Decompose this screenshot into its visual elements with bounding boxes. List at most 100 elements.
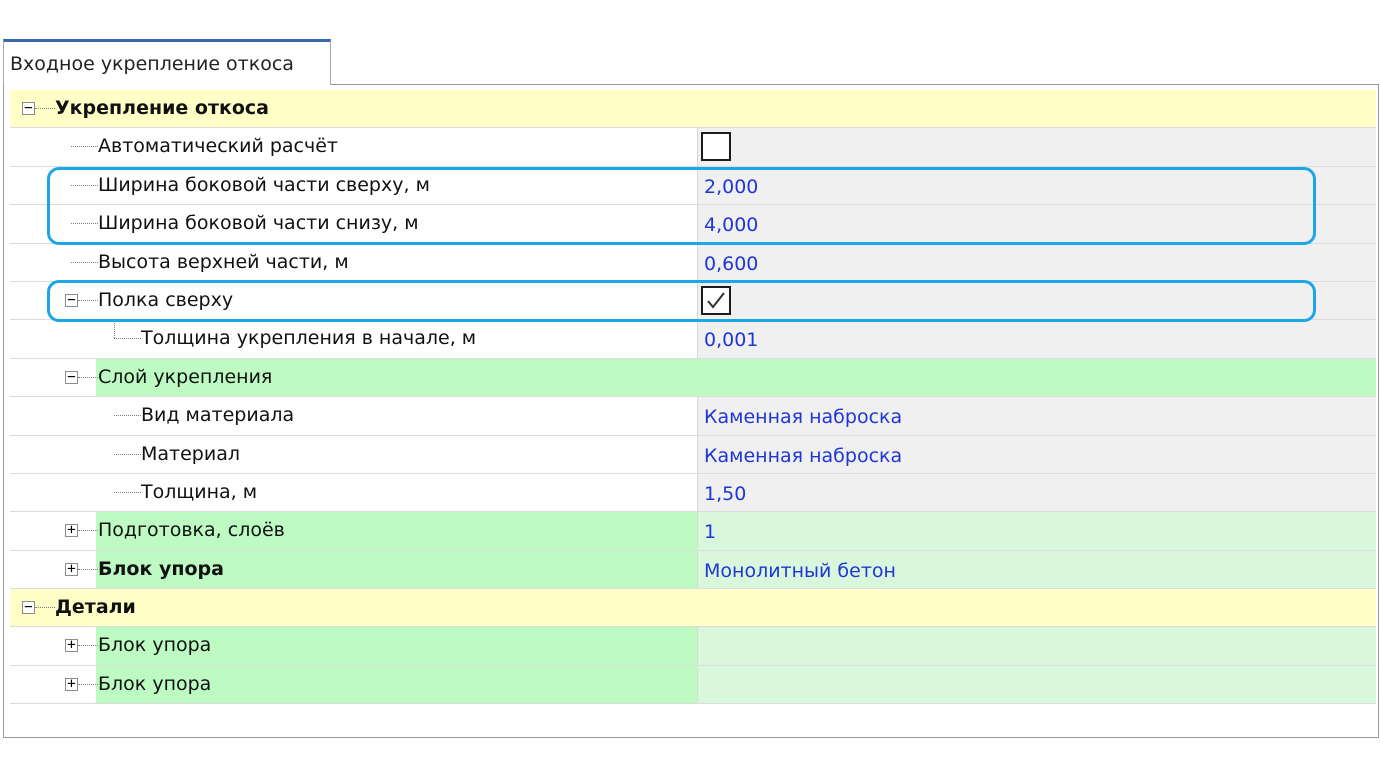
property-value[interactable]: 1,50 [704,474,746,514]
value-cell[interactable]: Каменная наброска [698,435,1376,476]
property-value[interactable]: 2,000 [704,167,758,207]
tree-line [114,320,115,339]
value-cell[interactable] [698,128,1376,166]
shelf-top-checkbox[interactable] [701,285,731,315]
property-label: Материал [141,442,240,465]
tree-line [78,376,98,378]
expand-icon[interactable]: + [65,638,78,653]
group-row-reinforcement-layer[interactable]: − Слой укрепления [10,358,1376,398]
tree-line [114,338,141,340]
value-cell[interactable]: 1 [698,512,1376,552]
section-label: Детали [55,596,136,619]
value-cell[interactable]: 4,000 [698,205,1376,245]
name-cell: + Блок упора [10,665,698,704]
tree-line [78,568,98,570]
property-row-width-bottom[interactable]: Ширина боковой части снизу, м 4,000 [10,205,1376,245]
property-label: Вид материала [141,404,295,427]
property-label: Ширина боковой части снизу, м [98,212,419,235]
property-label: Полка сверху [98,288,234,311]
name-cell: + Блок упора [10,627,698,665]
property-grid-panel: − Укрепление откоса Автоматический расчё… [3,84,1379,738]
value-cell[interactable]: Монолитный бетон [698,550,1376,591]
tree-line [78,299,98,301]
property-value[interactable]: Каменная наброска [704,397,902,437]
checkmark-icon [707,292,725,309]
property-row-width-top[interactable]: Ширина боковой части сверху, м 2,000 [10,166,1376,207]
property-row-thickness-start[interactable]: Толщина укрепления в начале, м 0,001 [10,320,1376,360]
value-cell[interactable]: 2,000 [698,166,1376,207]
name-cell: + Подготовка, слоёв [10,512,698,550]
tree-line [78,530,98,532]
section-row-slope-reinforcement[interactable]: − Укрепление откоса [10,90,1376,129]
tree-line [71,261,98,263]
property-row-auto-calc[interactable]: Автоматический расчёт [10,128,1376,167]
section-row-details[interactable]: − Детали [10,589,1376,628]
property-label: Высота верхней части, м [98,250,349,273]
property-label: Толщина укрепления в начале, м [141,327,477,350]
property-grid: − Укрепление откоса Автоматический расчё… [10,90,1376,705]
tree-line [114,491,141,493]
group-row-stop-block[interactable]: + Блок упора Монолитный бетон [10,550,1376,591]
name-cell: Ширина боковой части сверху, м [10,166,698,205]
property-row-height-top[interactable]: Высота верхней части, м 0,600 [10,243,1376,284]
tree-line [78,683,98,685]
name-cell: Толщина, м [10,473,698,512]
expand-icon[interactable]: + [65,562,78,576]
property-value[interactable]: 4,000 [704,205,758,245]
property-value[interactable]: 0,600 [704,244,758,284]
property-value[interactable]: 0,001 [704,320,758,360]
tab-label: Входное укрепление откоса [10,53,294,75]
tree-line [78,645,98,647]
tree-line [114,453,141,455]
property-row-thickness[interactable]: Толщина, м 1,50 [10,473,1376,514]
name-cell: − Детали [10,589,1376,626]
property-row-shelf-top[interactable]: − Полка сверху [10,281,1376,321]
property-label: Толщина, м [141,480,258,503]
auto-calc-checkbox[interactable] [701,132,731,162]
value-cell[interactable]: 1,50 [698,473,1376,514]
group-label: Слой укрепления [98,365,273,388]
name-cell: Вид материала [10,397,698,435]
property-value[interactable]: Монолитный бетон [704,551,896,591]
value-cell[interactable] [698,281,1376,320]
group-label: Подготовка, слоёв [98,519,285,542]
group-row-detail-stop-block-2[interactable]: + Блок упора [10,665,1376,705]
expand-icon[interactable]: + [65,523,78,538]
collapse-icon[interactable]: − [65,293,78,307]
property-row-material-type[interactable]: Вид материала Каменная наброска [10,397,1376,437]
group-label: Блок упора [98,557,224,580]
name-cell: Материал [10,435,698,473]
collapse-icon[interactable]: − [65,370,78,384]
tree-line [71,184,98,186]
value-cell[interactable] [698,665,1376,704]
group-label: Блок упора [98,672,212,695]
tree-line [114,415,141,417]
name-cell: Автоматический расчёт [10,128,698,166]
collapse-icon[interactable]: − [22,101,35,115]
tree-line [71,223,98,225]
property-row-material[interactable]: Материал Каменная наброска [10,435,1376,476]
property-label: Ширина боковой части сверху, м [98,173,430,196]
tree-line [71,146,98,148]
group-row-preparation[interactable]: + Подготовка, слоёв 1 [10,512,1376,552]
name-cell: − Полка сверху [10,281,698,320]
tree-line [35,607,55,609]
value-cell[interactable] [698,627,1376,665]
group-label: Блок упора [98,634,212,657]
name-cell: + Блок упора [10,550,698,589]
name-cell: Ширина боковой части снизу, м [10,205,698,243]
name-cell: − Укрепление откоса [10,90,1376,127]
name-cell: − Слой укрепления [10,358,1376,397]
section-label: Укрепление откоса [55,97,270,119]
collapse-icon[interactable]: − [22,600,35,615]
value-cell[interactable]: Каменная наброска [698,397,1376,437]
expand-icon[interactable]: + [65,677,78,691]
group-row-detail-stop-block-1[interactable]: + Блок упора [10,627,1376,666]
name-cell: Толщина укрепления в начале, м [10,320,698,358]
value-cell[interactable]: 0,001 [698,320,1376,360]
tab-input-slope-reinforcement[interactable]: Входное укрепление откоса [3,39,331,85]
property-value[interactable]: 1 [704,512,716,552]
value-cell[interactable]: 0,600 [698,243,1376,284]
property-value[interactable]: Каменная наброска [704,436,902,476]
tree-line [35,108,55,109]
